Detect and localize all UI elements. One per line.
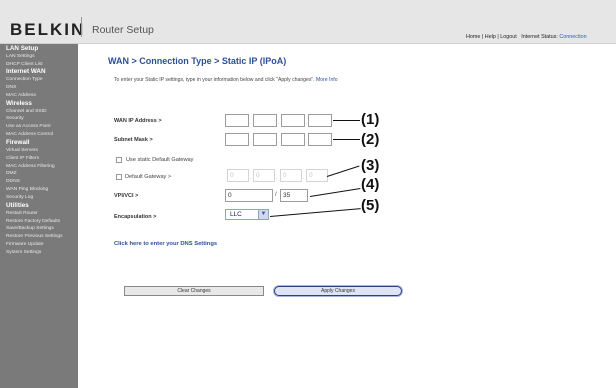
vci-input[interactable]: 35 xyxy=(280,189,308,202)
logout-link[interactable]: Logout xyxy=(500,34,517,40)
sidebar-item-restore-previous-settings[interactable]: Restore Previous Settings xyxy=(0,233,78,241)
callout-5: (5) xyxy=(361,197,380,214)
sidebar-item-restore-factory-defaults[interactable]: Restore Factory Defaults xyxy=(0,218,78,226)
vpi-input[interactable]: 0 xyxy=(225,189,273,202)
sidebar-item-ddns[interactable]: DDNS xyxy=(0,178,78,186)
main-content: WAN > Connection Type > Static IP (IPoA)… xyxy=(78,44,616,388)
default-gateway-dot: . xyxy=(303,175,305,181)
subnet-mask-label: Subnet Mask > xyxy=(114,137,153,143)
sidebar-item-dhcp-client-list[interactable]: DHCP Client List xyxy=(0,61,78,69)
sidebar-item-lan-settings[interactable]: LAN Settings xyxy=(0,53,78,61)
header-divider xyxy=(81,17,82,37)
clear-changes-button[interactable]: Clear Changes xyxy=(124,286,264,296)
default-gateway-octet-1[interactable]: 0 xyxy=(227,169,249,182)
more-info-link[interactable]: More Info xyxy=(316,77,338,83)
sidebar-item-restart-router[interactable]: Restart Router xyxy=(0,210,78,218)
callout-2: (2) xyxy=(361,131,380,148)
wan-ip-octet-2[interactable] xyxy=(253,114,277,127)
sidebar-item-wan-ping-blocking[interactable]: WAN Ping Blocking xyxy=(0,186,78,194)
internet-status-value: Connection xyxy=(559,34,587,40)
sidebar-item-security[interactable]: Security xyxy=(0,115,78,123)
default-gateway-dot: . xyxy=(250,175,252,181)
wan-ip-octet-4[interactable] xyxy=(308,114,332,127)
wan-ip-dot: . xyxy=(278,120,280,126)
default-gateway-octet-2[interactable]: 0 xyxy=(253,169,275,182)
wan-ip-dot: . xyxy=(250,120,252,126)
sidebar-item-mac-address[interactable]: MAC Address xyxy=(0,92,78,100)
sidebar-item-client-ip-filters[interactable]: Client IP Filters xyxy=(0,155,78,163)
static-gateway-checkbox[interactable] xyxy=(116,157,122,163)
sidebar-item-channel-and-ssid[interactable]: Channel and SSID xyxy=(0,108,78,116)
callout-4: (4) xyxy=(361,176,380,193)
sidebar-item-firmware-update[interactable]: Firmware Update xyxy=(0,241,78,249)
default-gateway-dot: . xyxy=(276,175,278,181)
wan-ip-octet-1[interactable] xyxy=(225,114,249,127)
sidebar: LAN Setup LAN Settings DHCP Client List … xyxy=(0,44,78,388)
sidebar-item-dmz[interactable]: DMZ xyxy=(0,170,78,178)
default-gateway-octet-3[interactable]: 0 xyxy=(280,169,302,182)
sidebar-item-use-as-access-point[interactable]: Use as Access Point xyxy=(0,123,78,131)
callout-line-2 xyxy=(333,139,360,140)
header-title: Router Setup xyxy=(92,24,154,36)
chevron-down-icon[interactable]: ▼ xyxy=(258,210,268,219)
default-gateway-checkbox[interactable] xyxy=(116,174,122,180)
help-link[interactable]: Help xyxy=(485,34,496,40)
sidebar-menu: LAN Setup LAN Settings DHCP Client List … xyxy=(0,44,78,257)
sidebar-heading-internet-wan[interactable]: Internet WAN xyxy=(0,68,78,76)
encapsulation-value: LLC xyxy=(230,211,242,218)
default-gateway-octet-4[interactable]: 0 xyxy=(306,169,328,182)
sidebar-heading-firewall[interactable]: Firewall xyxy=(0,139,78,147)
header: BELKIN Router Setup Home | Help | Logout… xyxy=(0,0,616,44)
subnet-dot: . xyxy=(250,139,252,145)
dns-settings-link[interactable]: Click here to enter your DNS Settings xyxy=(114,241,217,247)
subnet-octet-2[interactable] xyxy=(253,133,277,146)
wan-ip-label: WAN IP Address > xyxy=(114,118,162,124)
sidebar-heading-utilities[interactable]: Utilities xyxy=(0,202,78,210)
static-gateway-label: Use static Default Gateway xyxy=(126,157,194,163)
default-gateway-label: Default Gateway > xyxy=(125,174,172,180)
sidebar-heading-lan-setup[interactable]: LAN Setup xyxy=(0,45,78,53)
sidebar-item-virtual-servers[interactable]: Virtual Servers xyxy=(0,147,78,155)
encapsulation-select[interactable]: LLC ▼ xyxy=(225,209,269,220)
sidebar-item-system-settings[interactable]: System Settings xyxy=(0,249,78,257)
sidebar-item-connection-type[interactable]: Connection Type xyxy=(0,76,78,84)
sidebar-item-mac-address-filtering[interactable]: MAC Address Filtering xyxy=(0,163,78,171)
home-link[interactable]: Home xyxy=(466,34,480,40)
vpi-vci-separator: / xyxy=(275,192,277,198)
internet-status-label: Internet Status: xyxy=(521,34,558,40)
subnet-dot: . xyxy=(278,139,280,145)
callout-line-1 xyxy=(333,120,360,121)
intro-text: To enter your Static IP settings, type i… xyxy=(114,77,338,83)
sidebar-item-dns[interactable]: DNS xyxy=(0,84,78,92)
subnet-octet-3[interactable] xyxy=(281,133,305,146)
encapsulation-label: Encapsulation > xyxy=(114,214,157,220)
callout-1: (1) xyxy=(361,111,380,128)
top-links: Home | Help | Logout Internet Status: Co… xyxy=(466,34,587,40)
intro-sentence: To enter your Static IP settings, type i… xyxy=(114,77,315,83)
apply-changes-button[interactable]: Apply Changes xyxy=(274,286,402,296)
belkin-logo: BELKIN xyxy=(10,20,86,39)
sidebar-heading-wireless[interactable]: Wireless xyxy=(0,100,78,108)
callout-3: (3) xyxy=(361,157,380,174)
sidebar-item-save-backup-settings[interactable]: Save/Backup Settings xyxy=(0,225,78,233)
vpi-vci-label: VPI/VCI > xyxy=(114,193,139,199)
sidebar-item-mac-address-control[interactable]: MAC Address Control xyxy=(0,131,78,139)
sidebar-item-security-log[interactable]: Security Log xyxy=(0,194,78,202)
page-title: WAN > Connection Type > Static IP (IPoA) xyxy=(108,56,287,66)
subnet-octet-4[interactable] xyxy=(308,133,332,146)
wan-ip-octet-3[interactable] xyxy=(281,114,305,127)
subnet-octet-1[interactable] xyxy=(225,133,249,146)
